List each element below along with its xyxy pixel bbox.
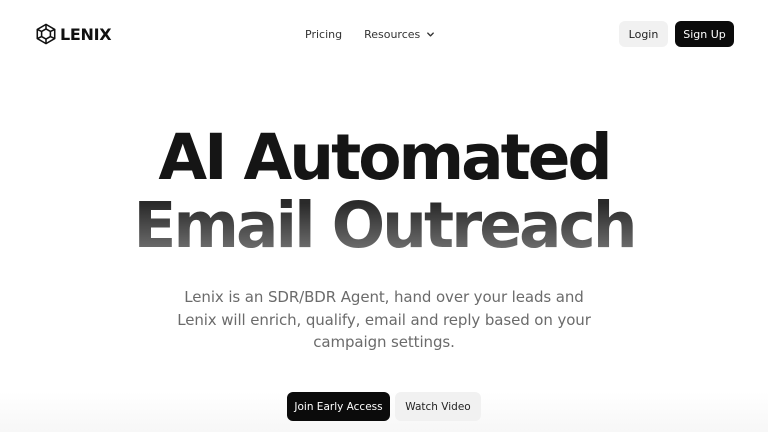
main-nav: Pricing Resources — [305, 24, 435, 44]
join-early-access-button[interactable]: Join Early Access — [287, 392, 390, 421]
hero-title-line2-text: Email Outreach — [133, 189, 637, 262]
hero-title-line2: Email Outreach — [0, 190, 768, 262]
logo-link[interactable]: LENIX — [35, 22, 112, 46]
signup-button[interactable]: Sign Up — [675, 21, 734, 47]
nav-pricing-link[interactable]: Pricing — [305, 28, 342, 41]
chevron-down-icon — [420, 30, 435, 39]
watch-video-button[interactable]: Watch Video — [395, 392, 481, 421]
hero-description: Lenix is an SDR/BDR Agent, hand over you… — [177, 288, 591, 351]
nav-resources-dropdown[interactable]: Resources — [364, 28, 435, 41]
hexagon-cube-logo-icon — [35, 23, 57, 45]
login-button[interactable]: Login — [619, 21, 668, 47]
logo-text: LENIX — [60, 24, 112, 44]
hero-title-line1: AI Automated — [158, 121, 612, 194]
nav-resources-label: Resources — [364, 27, 421, 41]
